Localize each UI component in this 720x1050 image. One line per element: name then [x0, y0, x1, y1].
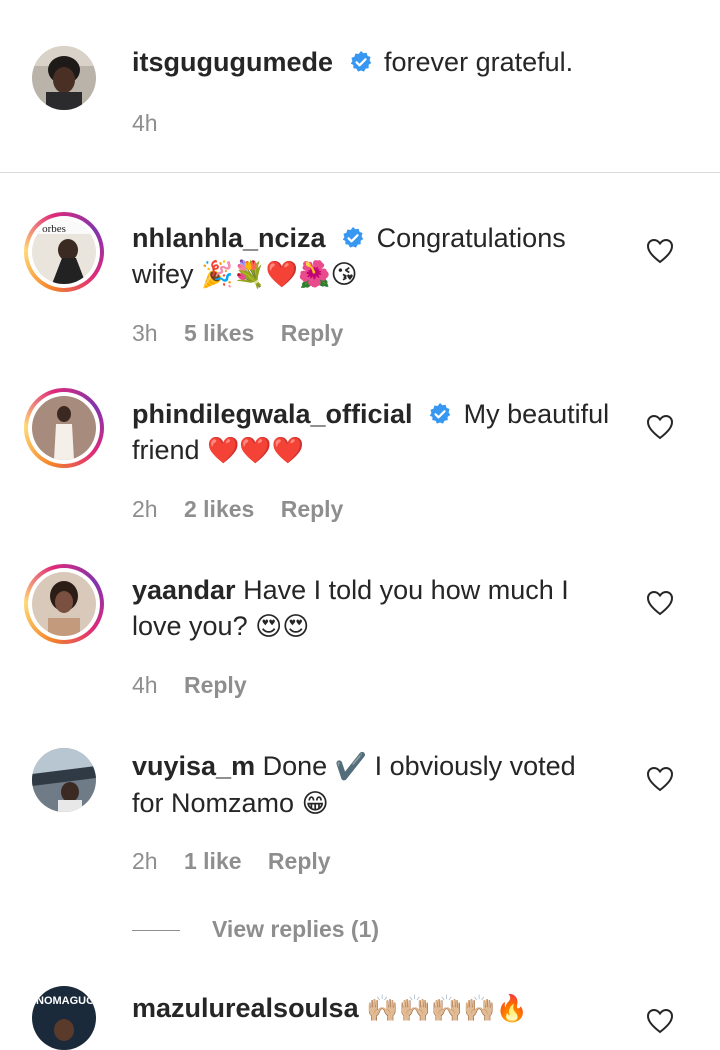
- caption-divider: [0, 172, 720, 173]
- view-replies-line: [132, 930, 180, 932]
- comment-emojis: 😍😍: [255, 612, 310, 642]
- comment-text: mazulurealsoulsa 🙌🏼🙌🏼🙌🏼🙌🏼🔥: [132, 990, 612, 1027]
- comment-meta: 3h 5 likes Reply: [132, 318, 363, 348]
- reply-button[interactable]: Reply: [268, 848, 331, 874]
- comment-username[interactable]: nhlanhla_nciza: [132, 223, 326, 253]
- avatar-text: NOMAGUGU: [36, 995, 96, 1007]
- avatar-photo: NOMAGUGU: [32, 986, 96, 1050]
- comment-text: phindilegwala_official My beautiful frie…: [132, 396, 612, 469]
- check-icon: ✔️: [334, 752, 368, 782]
- verified-badge-icon: [342, 227, 364, 248]
- caption-body: forever grateful.: [384, 47, 574, 77]
- caption-text: itsgugugumede forever grateful.: [132, 44, 612, 80]
- verified-badge-icon: [350, 51, 371, 72]
- avatar-photo: [32, 572, 96, 636]
- comment-avatar[interactable]: NOMAGUGU: [32, 986, 96, 1050]
- reply-button[interactable]: Reply: [281, 496, 344, 522]
- view-replies-button[interactable]: View replies (1): [132, 914, 379, 944]
- like-heart-icon[interactable]: [646, 414, 674, 440]
- comment-avatar[interactable]: [32, 748, 96, 812]
- like-heart-icon[interactable]: [646, 238, 674, 264]
- caption-meta: 4h: [132, 108, 178, 138]
- comment-time: 2h: [132, 496, 158, 522]
- comment-meta: 2h 1 like Reply: [132, 846, 351, 876]
- comment-meta: 2h 2 likes Reply: [132, 494, 363, 524]
- comment-time: 3h: [132, 320, 158, 346]
- comment-emojis: ❤️❤️❤️: [207, 436, 305, 466]
- comment-username[interactable]: phindilegwala_official: [132, 399, 413, 429]
- avatar-photo: [32, 396, 96, 460]
- comment-likes[interactable]: 1 like: [184, 848, 242, 874]
- avatar-photo: [32, 748, 96, 812]
- like-heart-icon[interactable]: [646, 590, 674, 616]
- comment-emojis: 🎉💐❤️🌺😘: [201, 260, 358, 290]
- comment-meta: 4h Reply: [132, 670, 267, 700]
- like-heart-icon[interactable]: [646, 1008, 674, 1034]
- avatar-photo: Forbes: [32, 220, 96, 284]
- comment-time: 4h: [132, 672, 158, 698]
- comment-emojis: 😁: [301, 789, 329, 819]
- comment-text: yaandar Have I told you how much I love …: [132, 572, 612, 645]
- caption-time: 4h: [132, 110, 158, 136]
- comment-username[interactable]: yaandar: [132, 575, 236, 605]
- reply-button[interactable]: Reply: [184, 672, 247, 698]
- comment-avatar[interactable]: [24, 388, 104, 468]
- verified-badge-icon: [429, 403, 451, 424]
- comment-text: nhlanhla_nciza Congratulations wifey 🎉💐❤…: [132, 220, 612, 293]
- comment-avatar[interactable]: Forbes: [24, 212, 104, 292]
- comment-time: 2h: [132, 848, 158, 874]
- like-heart-icon[interactable]: [646, 766, 674, 792]
- caption-avatar[interactable]: [32, 46, 96, 110]
- avatar-photo: [32, 46, 96, 110]
- caption-username[interactable]: itsgugugumede: [132, 47, 333, 77]
- reply-button[interactable]: Reply: [281, 320, 344, 346]
- comment-emojis: 🙌🏼🙌🏼🙌🏼🙌🏼🔥: [366, 994, 528, 1024]
- comment-text: vuyisa_m Done ✔️ I obviously voted for N…: [132, 748, 612, 822]
- comment-body-part1: Done: [262, 751, 328, 781]
- comment-likes[interactable]: 5 likes: [184, 320, 254, 346]
- post-caption: itsgugugumede forever grateful. 4h: [0, 0, 720, 172]
- comment-username[interactable]: vuyisa_m: [132, 751, 255, 781]
- comment-avatar[interactable]: [24, 564, 104, 644]
- comment-username[interactable]: mazulurealsoulsa: [132, 993, 359, 1023]
- comment-likes[interactable]: 2 likes: [184, 496, 254, 522]
- view-replies-label: View replies (1): [212, 916, 380, 942]
